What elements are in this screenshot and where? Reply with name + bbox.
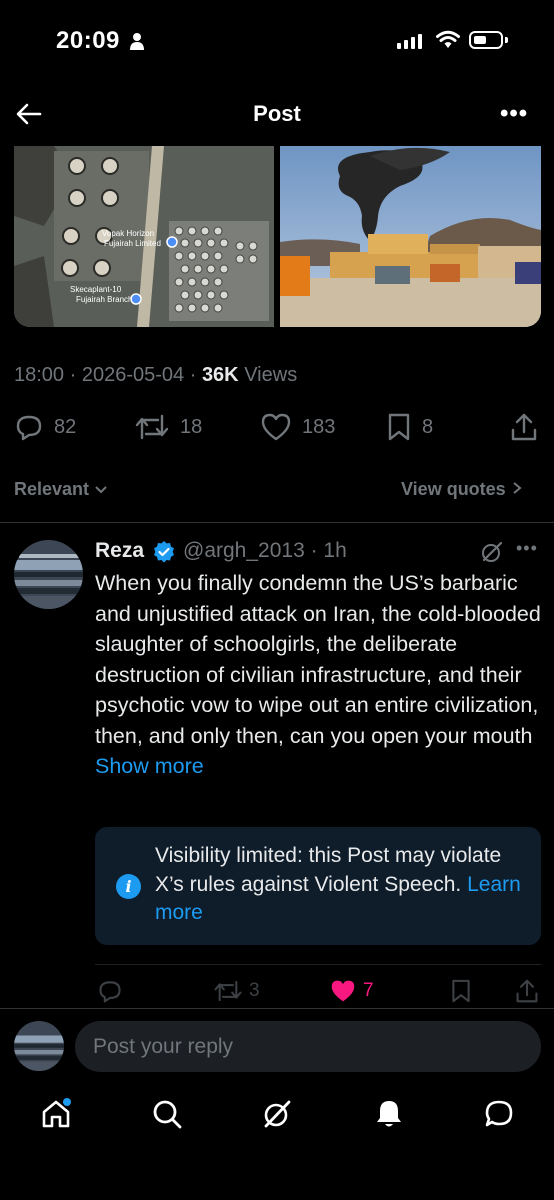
signal-icon xyxy=(397,34,422,49)
reply-handle[interactable]: @argh_2013 xyxy=(183,539,305,562)
chevron-down-icon xyxy=(95,486,107,494)
map-label-1: Vopak Horizon xyxy=(102,229,154,238)
reply-time: 1h xyxy=(323,539,347,562)
reply-text-block: When you finally condemn the US’s barbar… xyxy=(95,568,545,782)
bookmark-button[interactable]: 8 xyxy=(386,412,433,442)
reply-button[interactable]: 82 xyxy=(14,412,76,442)
bookmark-count: 8 xyxy=(422,415,434,438)
notice-text: Visibility limited: this Post may violat… xyxy=(155,844,502,896)
show-more-link[interactable]: Show more xyxy=(95,754,204,778)
share-icon xyxy=(511,413,537,441)
reply-share-button[interactable] xyxy=(515,978,539,1004)
reply-repost-button[interactable]: 3 xyxy=(213,978,260,1004)
messages-icon xyxy=(485,1100,513,1127)
post-actions: 82 18 183 8 xyxy=(14,412,540,444)
share-button[interactable] xyxy=(510,412,538,442)
satellite-image[interactable]: Vopak Horizon Fujairah Limited Skecaplan… xyxy=(14,146,274,327)
sort-relevant-dropdown[interactable]: Relevant xyxy=(14,479,108,500)
divider xyxy=(0,522,554,523)
sort-label: Relevant xyxy=(14,479,90,499)
view-quotes-label: View quotes xyxy=(401,479,506,499)
battery-icon xyxy=(469,31,503,49)
battery-tip xyxy=(505,37,508,43)
reply-icon xyxy=(99,981,121,1003)
page-title: Post xyxy=(253,101,301,126)
notice-text-block: Visibility limited: this Post may violat… xyxy=(155,842,525,928)
wifi-icon xyxy=(436,30,460,48)
reply-like-button[interactable]: 7 xyxy=(329,978,374,1004)
reply-more-icon[interactable]: ••• xyxy=(516,538,538,559)
post-meta: 18:00 · 2026-05-04 · 36K Views xyxy=(14,364,298,386)
reply-actions: 3 7 xyxy=(95,978,543,1004)
nav-search[interactable] xyxy=(147,1094,187,1134)
view-quotes-link[interactable]: View quotes xyxy=(401,479,523,500)
avatar xyxy=(14,1021,64,1071)
search-icon xyxy=(153,1100,182,1129)
notifications-icon xyxy=(377,1101,401,1127)
reply-like-count: 7 xyxy=(363,980,374,1001)
reply-bookmark-button[interactable] xyxy=(450,978,472,1004)
reply-text: When you finally condemn the US’s barbar… xyxy=(95,571,541,748)
like-icon xyxy=(261,413,291,441)
like-count: 183 xyxy=(302,415,336,438)
map-label-3: Skecaplant-10 xyxy=(70,285,122,294)
grok-nav-icon xyxy=(264,1100,291,1128)
verified-icon xyxy=(154,541,174,563)
nav-grok[interactable] xyxy=(257,1094,297,1134)
reply-repost-count: 3 xyxy=(249,980,260,1001)
divider xyxy=(0,1008,554,1009)
repost-icon xyxy=(135,414,169,440)
person-icon xyxy=(130,33,144,50)
reply-reply-button[interactable] xyxy=(97,978,123,1004)
repost-icon xyxy=(214,980,242,1002)
avatar[interactable] xyxy=(14,540,83,609)
reply-compose-input[interactable]: Post your reply xyxy=(75,1021,541,1072)
repost-count: 18 xyxy=(180,415,203,438)
divider xyxy=(95,964,541,965)
map-label-2: Fujairah Limited xyxy=(104,239,161,248)
info-icon: i xyxy=(116,874,141,899)
like-button[interactable]: 183 xyxy=(260,412,335,442)
nav-messages[interactable] xyxy=(479,1094,519,1134)
home-icon xyxy=(42,1098,71,1128)
post-time: 18:00 xyxy=(14,364,65,386)
bookmark-icon xyxy=(452,979,470,1003)
map-label-4: Fujairah Branch xyxy=(76,295,132,304)
bookmark-icon xyxy=(388,413,410,441)
bottom-nav xyxy=(0,1094,554,1144)
chevron-right-icon xyxy=(513,482,522,494)
views-label: Views xyxy=(244,364,298,386)
repost-button[interactable]: 18 xyxy=(134,412,202,442)
reply-count: 82 xyxy=(54,415,77,438)
more-icon[interactable]: ••• xyxy=(500,100,528,128)
status-time: 20:09 xyxy=(56,27,120,54)
views-count: 36K xyxy=(201,364,239,386)
reply-author-name[interactable]: Reza xyxy=(95,539,144,563)
post-date: 2026-05-04 xyxy=(81,364,185,386)
smoke-photo[interactable] xyxy=(280,146,541,327)
reply-icon xyxy=(16,415,42,441)
share-icon xyxy=(516,979,538,1003)
nav-home[interactable] xyxy=(36,1094,76,1134)
grok-icon[interactable] xyxy=(481,541,503,563)
nav-notifications[interactable] xyxy=(369,1094,409,1134)
like-icon xyxy=(331,980,355,1002)
reply-handle-line: @argh_2013 · 1h xyxy=(183,539,347,562)
